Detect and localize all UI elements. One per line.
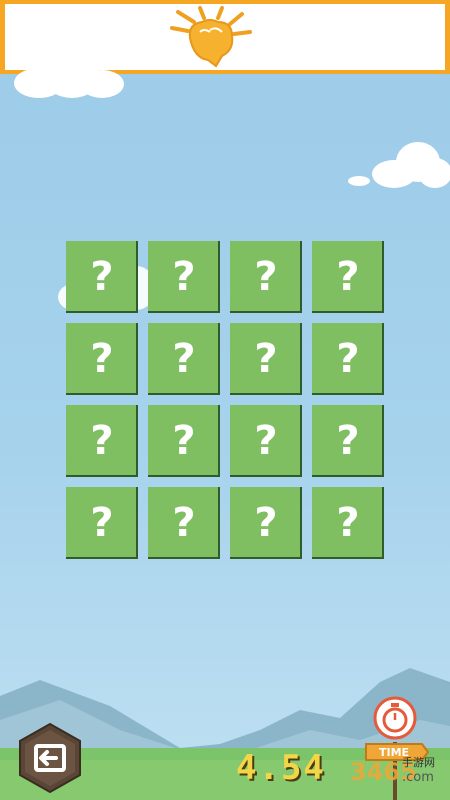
back-button[interactable]	[14, 722, 86, 794]
card-question-mark: ?	[336, 254, 360, 300]
card-question-mark: ?	[172, 500, 196, 546]
memory-card[interactable]: ?	[312, 323, 384, 395]
fist-logo	[170, 6, 252, 68]
card-question-mark: ?	[336, 336, 360, 382]
memory-card[interactable]: ?	[148, 405, 220, 477]
card-question-mark: ?	[336, 500, 360, 546]
memory-card[interactable]: ?	[148, 241, 220, 313]
watermark: 3465 手游网 .com	[332, 752, 450, 792]
card-question-mark: ?	[90, 254, 114, 300]
card-question-mark: ?	[172, 336, 196, 382]
card-board: ????????????????	[66, 241, 386, 561]
watermark-cn: 手游网	[402, 756, 435, 769]
memory-card[interactable]: ?	[312, 487, 384, 559]
cloud-left	[14, 56, 124, 100]
memory-card[interactable]: ?	[66, 405, 138, 477]
memory-card[interactable]: ?	[312, 405, 384, 477]
memory-card[interactable]: ?	[230, 241, 302, 313]
stopwatch-icon	[373, 696, 417, 740]
watermark-domain: .com	[402, 770, 434, 785]
memory-card[interactable]: ?	[230, 323, 302, 395]
timer-display: 4.54	[236, 748, 326, 788]
memory-card[interactable]: ?	[148, 323, 220, 395]
card-question-mark: ?	[172, 418, 196, 464]
memory-card[interactable]: ?	[312, 241, 384, 313]
memory-card[interactable]: ?	[66, 241, 138, 313]
card-question-mark: ?	[254, 418, 278, 464]
cloud-right	[348, 142, 450, 190]
card-question-mark: ?	[254, 336, 278, 382]
card-question-mark: ?	[90, 418, 114, 464]
card-question-mark: ?	[172, 254, 196, 300]
memory-card[interactable]: ?	[66, 487, 138, 559]
memory-card[interactable]: ?	[230, 487, 302, 559]
memory-card[interactable]: ?	[230, 405, 302, 477]
card-question-mark: ?	[90, 336, 114, 382]
card-question-mark: ?	[254, 500, 278, 546]
memory-card[interactable]: ?	[148, 487, 220, 559]
memory-card[interactable]: ?	[66, 323, 138, 395]
card-question-mark: ?	[254, 254, 278, 300]
card-question-mark: ?	[336, 418, 360, 464]
card-question-mark: ?	[90, 500, 114, 546]
